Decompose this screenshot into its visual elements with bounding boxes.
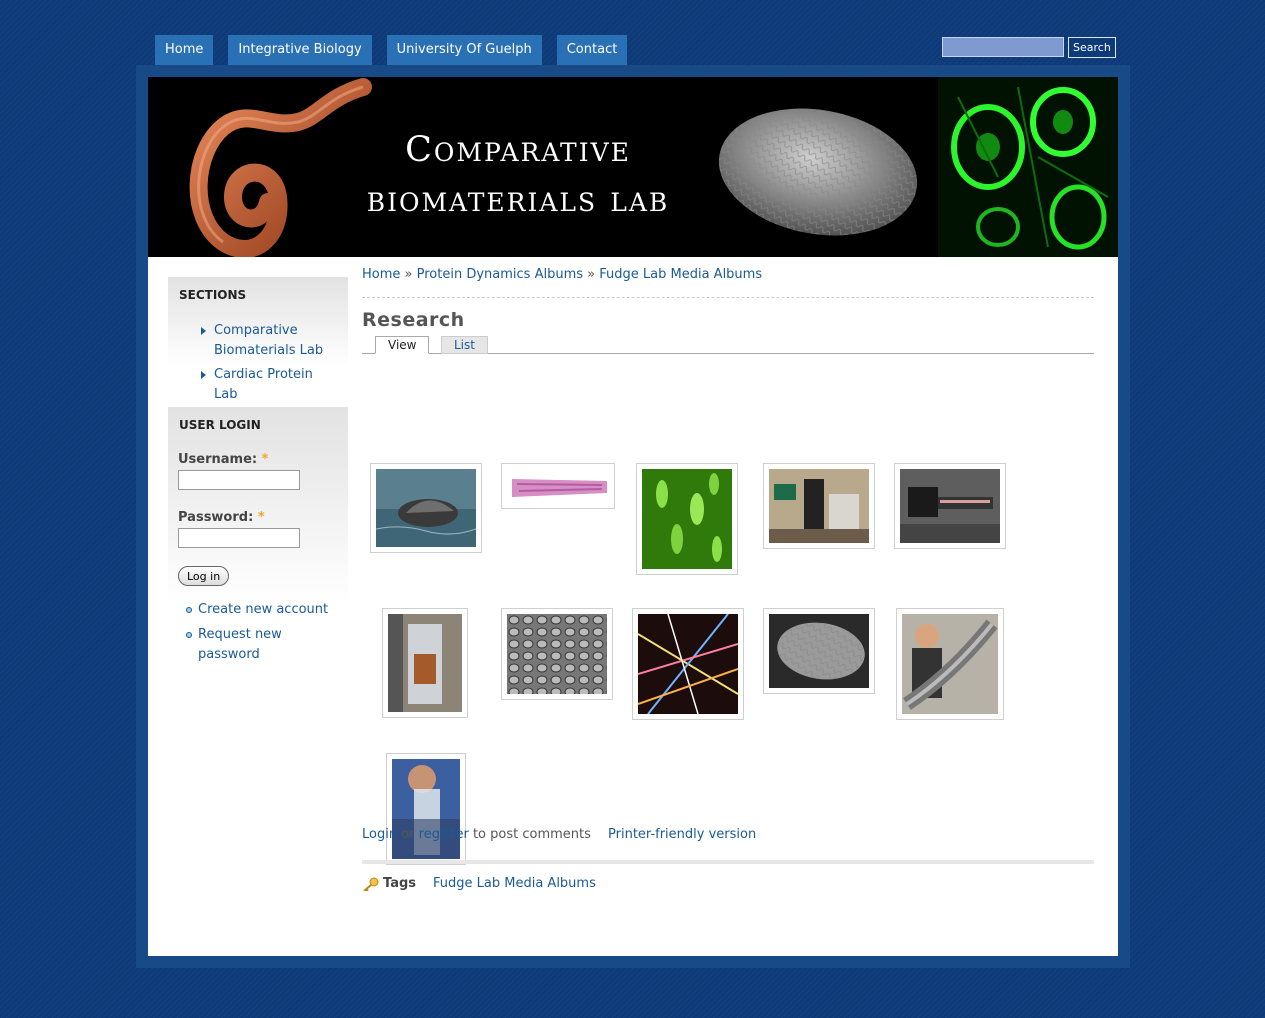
password-label-text: Password: bbox=[178, 510, 254, 525]
section-item-cardiac-protein-lab: Cardiac Protein Lab bbox=[192, 365, 338, 405]
gallery-thumb-fibers[interactable] bbox=[632, 608, 744, 720]
banner-title-line1: Comparative bbox=[405, 130, 631, 170]
section-link-cardiac-protein-lab[interactable]: Cardiac Protein Lab bbox=[214, 367, 313, 402]
lab-microscope-image bbox=[769, 469, 869, 543]
gallery-thumb-microscope[interactable] bbox=[763, 463, 875, 549]
search-button[interactable]: Search bbox=[1068, 37, 1116, 58]
to-post-text: to post comments bbox=[472, 827, 591, 842]
person-with-beaker-image bbox=[392, 759, 460, 859]
gallery-thumb-cells[interactable] bbox=[501, 608, 613, 700]
breadcrumb-fudge-lab[interactable]: Fudge Lab Media Albums bbox=[599, 267, 762, 282]
gallery-thumb-tissue[interactable] bbox=[501, 463, 615, 509]
page-title: Research bbox=[362, 309, 465, 331]
gallery-thumb-whale[interactable] bbox=[370, 463, 482, 553]
page-content: Comparative biomaterials lab SECTIONS Co… bbox=[148, 77, 1118, 956]
required-mark: * bbox=[257, 510, 265, 525]
gallery-thumb-instrument[interactable] bbox=[894, 463, 1006, 549]
circle-bullet-icon bbox=[186, 607, 192, 613]
gallery-thumb-beaker[interactable] bbox=[386, 753, 466, 865]
user-login-block: USER LOGIN Username: * Password: * Log i… bbox=[168, 407, 348, 669]
breadcrumb-protein-dynamics[interactable]: Protein Dynamics Albums bbox=[417, 267, 583, 282]
header-banner: Comparative biomaterials lab bbox=[148, 77, 1118, 257]
fluorescent-cells-image bbox=[938, 77, 1118, 257]
password-field[interactable] bbox=[178, 528, 300, 548]
key-icon bbox=[363, 877, 379, 891]
request-password-item: Request new password bbox=[186, 625, 338, 665]
section-link-comparative-biomaterials-lab[interactable]: Comparative Biomaterials Lab bbox=[214, 323, 323, 358]
required-mark: * bbox=[261, 452, 269, 467]
username-label-text: Username: bbox=[178, 452, 258, 467]
pink-tissue-image bbox=[507, 469, 609, 503]
tag-fudge-lab-media-albums[interactable]: Fudge Lab Media Albums bbox=[433, 876, 596, 891]
green-fluorescence-image bbox=[642, 469, 732, 569]
username-label: Username: * bbox=[178, 452, 338, 467]
nav-tab-contact[interactable]: Contact bbox=[556, 35, 628, 65]
create-account-item: Create new account bbox=[186, 600, 338, 620]
gallery-thumb-egg[interactable] bbox=[763, 608, 875, 694]
cell-texture-image bbox=[507, 614, 607, 694]
whale-photo-image bbox=[376, 469, 476, 547]
sections-title: SECTIONS bbox=[179, 288, 247, 302]
nav-tab-integrative-biology[interactable]: Integrative Biology bbox=[228, 35, 372, 65]
search-form: Search bbox=[942, 37, 1116, 58]
circle-bullet-icon bbox=[186, 632, 192, 638]
post-links: Login or register to post comments Print… bbox=[362, 827, 756, 842]
username-field[interactable] bbox=[178, 470, 300, 490]
breadcrumb: Home » Protein Dynamics Albums » Fudge L… bbox=[362, 267, 1094, 298]
tags-row: Tags Fudge Lab Media Albums bbox=[362, 876, 596, 891]
triangle-bullet-icon bbox=[201, 371, 206, 379]
breadcrumb-home[interactable]: Home bbox=[362, 267, 400, 282]
request-password-link[interactable]: Request new password bbox=[198, 625, 298, 665]
banner-title-line2: biomaterials lab bbox=[366, 180, 670, 220]
egg-micrograph-image bbox=[718, 108, 918, 236]
tab-list[interactable]: List bbox=[441, 336, 488, 354]
search-input[interactable] bbox=[942, 37, 1064, 57]
register-link[interactable]: register bbox=[419, 827, 469, 842]
divider bbox=[362, 860, 1094, 864]
polarized-fibers-image bbox=[638, 614, 738, 714]
gallery-thumb-apparatus[interactable] bbox=[382, 608, 468, 718]
main-content: Home » Protein Dynamics Albums » Fudge L… bbox=[362, 267, 1094, 891]
or-text: or bbox=[401, 827, 415, 842]
user-login-title: USER LOGIN bbox=[179, 418, 261, 432]
section-item-comparative-biomaterials-lab: Comparative Biomaterials Lab bbox=[192, 321, 338, 361]
login-button[interactable]: Log in bbox=[178, 566, 230, 586]
sections-block: SECTIONS Comparative Biomaterials Lab Ca… bbox=[168, 277, 348, 402]
triangle-bullet-icon bbox=[201, 327, 206, 335]
tab-view[interactable]: View bbox=[375, 336, 430, 354]
grey-egg-image bbox=[769, 614, 869, 688]
banner-title: Comparative biomaterials lab bbox=[308, 125, 728, 225]
breadcrumb-separator: » bbox=[587, 267, 596, 282]
test-instrument-image bbox=[900, 469, 1000, 543]
nav-tab-home[interactable]: Home bbox=[155, 35, 214, 65]
password-label: Password: * bbox=[178, 510, 338, 525]
login-link[interactable]: Login bbox=[362, 827, 397, 842]
printer-friendly-link[interactable]: Printer-friendly version bbox=[608, 827, 756, 842]
person-with-hagfish-image bbox=[902, 614, 998, 714]
view-tabs: View List bbox=[362, 335, 1094, 354]
nav-tab-university-of-guelph[interactable]: University Of Guelph bbox=[386, 35, 542, 65]
tags-label: Tags bbox=[383, 876, 417, 891]
lab-apparatus-image bbox=[388, 614, 462, 712]
top-navigation: Home Integrative Biology University Of G… bbox=[155, 35, 628, 65]
create-account-link[interactable]: Create new account bbox=[198, 602, 328, 617]
breadcrumb-separator: » bbox=[404, 267, 413, 282]
gallery-thumb-hagfish[interactable] bbox=[896, 608, 1004, 720]
gallery-thumb-green[interactable] bbox=[636, 463, 738, 575]
